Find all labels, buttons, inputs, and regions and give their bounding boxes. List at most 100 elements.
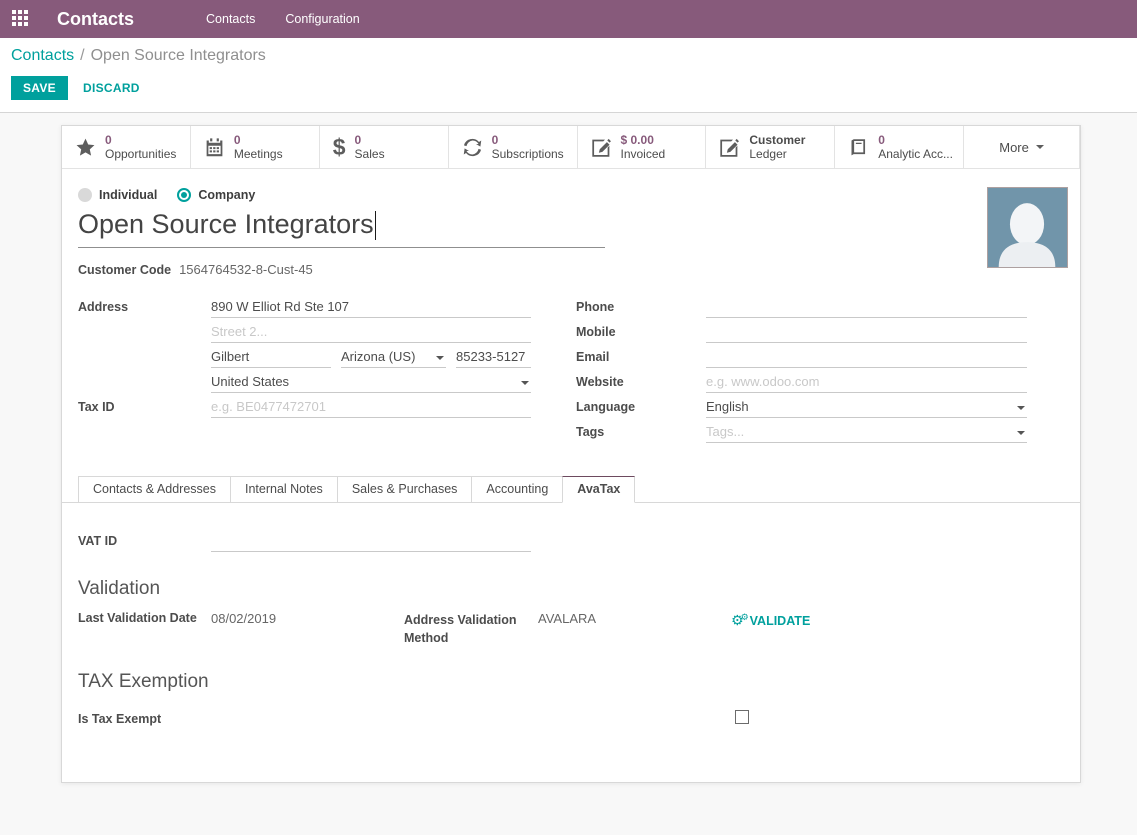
radio-individual[interactable]: Individual — [78, 188, 157, 202]
stat-text: 0 Sales — [355, 133, 385, 162]
country-select[interactable]: United States — [211, 372, 531, 393]
discard-button[interactable]: DISCARD — [83, 81, 140, 95]
stat-value: 0 — [878, 133, 953, 147]
website-label: Website — [576, 372, 706, 389]
phone-input[interactable] — [706, 297, 1027, 318]
apps-grid-icon[interactable] — [12, 10, 30, 28]
stat-value: 0 — [234, 133, 283, 147]
breadcrumb: Contacts/Open Source Integrators — [11, 47, 1126, 65]
control-panel-buttons: SAVE DISCARD — [11, 76, 1126, 100]
website-row: Website e.g. www.odoo.com — [576, 372, 1027, 397]
contact-name-input[interactable]: Open Source Integrators — [78, 208, 605, 248]
nav-menu: Contacts Configuration — [206, 12, 360, 26]
last-validation-date-label: Last Validation Date — [78, 611, 211, 625]
language-select[interactable]: English — [706, 397, 1027, 418]
radio-circle-company[interactable] — [177, 188, 191, 202]
more-dropdown-button[interactable]: More — [964, 126, 1080, 168]
tax-id-input[interactable]: e.g. BE0477472701 — [211, 397, 531, 418]
gears-icon: ⚙⚙ — [731, 614, 749, 628]
stat-label: Analytic Acc... — [878, 147, 953, 161]
address-field-group: Address 890 W Elliot Rd Ste 107 Street 2… — [78, 297, 531, 422]
edit-icon — [591, 137, 612, 158]
validation-row: Last Validation Date 08/02/2019 Address … — [78, 611, 1064, 647]
tab-sales-purchases[interactable]: Sales & Purchases — [337, 476, 473, 503]
radio-company[interactable]: Company — [177, 188, 255, 202]
zip-input[interactable]: 85233-5127 — [456, 347, 531, 368]
tags-label: Tags — [576, 422, 706, 439]
address-validation-method-value: AVALARA — [538, 611, 731, 626]
stat-value: Customer — [749, 133, 805, 147]
stat-text: 0 Opportunities — [105, 133, 176, 162]
stat-button-box: 0 Opportunities 0 Meetings $ 0 Sales — [62, 126, 1080, 169]
country-row: United States — [78, 372, 531, 397]
city-state-zip-row: Gilbert Arizona (US) 85233-5127 — [78, 347, 531, 372]
stat-label: Subscriptions — [492, 147, 564, 161]
tags-input[interactable]: Tags... — [706, 422, 1027, 443]
address-label: Address — [78, 297, 211, 314]
spacer-label — [78, 347, 211, 350]
book-icon — [848, 137, 869, 158]
street2-input[interactable]: Street 2... — [211, 322, 531, 343]
stat-text: 0 Subscriptions — [492, 133, 564, 162]
is-tax-exempt-label: Is Tax Exempt — [78, 709, 161, 726]
control-panel: Contacts/Open Source Integrators SAVE DI… — [0, 38, 1137, 113]
stat-button-analytic-accounts[interactable]: 0 Analytic Acc... — [835, 126, 964, 168]
mobile-label: Mobile — [576, 322, 706, 339]
more-label: More — [999, 140, 1029, 155]
language-row: Language English — [576, 397, 1027, 422]
tax-exemption-heading: TAX Exemption — [78, 671, 209, 693]
street-input[interactable]: 890 W Elliot Rd Ste 107 — [211, 297, 531, 318]
radio-circle-individual[interactable] — [78, 188, 92, 202]
breadcrumb-parent-link[interactable]: Contacts — [11, 47, 74, 64]
language-label: Language — [576, 397, 706, 414]
stat-button-subscriptions[interactable]: 0 Subscriptions — [449, 126, 578, 168]
calendar-icon — [204, 137, 225, 158]
customer-code-label: Customer Code — [78, 263, 171, 277]
stat-button-customer-ledger[interactable]: Customer Ledger — [706, 126, 835, 168]
nav-item-contacts[interactable]: Contacts — [206, 12, 255, 26]
last-validation-date-value: 08/02/2019 — [211, 611, 404, 626]
email-row: Email — [576, 347, 1027, 372]
nav-item-configuration[interactable]: Configuration — [285, 12, 359, 26]
stat-value: 0 — [492, 133, 564, 147]
stat-text: $ 0.00 Invoiced — [621, 133, 666, 162]
stat-button-opportunities[interactable]: 0 Opportunities — [62, 126, 191, 168]
tab-contacts-addresses[interactable]: Contacts & Addresses — [78, 476, 231, 503]
is-tax-exempt-row: Is Tax Exempt — [78, 710, 1064, 728]
notebook-tabs: Contacts & Addresses Internal Notes Sale… — [62, 477, 1080, 503]
dollar-icon: $ — [333, 136, 346, 159]
tab-avatax[interactable]: AvaTax — [562, 476, 635, 503]
radio-label-individual: Individual — [99, 188, 157, 202]
vat-id-label: VAT ID — [78, 531, 211, 552]
tab-accounting[interactable]: Accounting — [471, 476, 563, 503]
stat-button-meetings[interactable]: 0 Meetings — [191, 126, 320, 168]
stat-label: Opportunities — [105, 147, 176, 161]
website-input[interactable]: e.g. www.odoo.com — [706, 372, 1027, 393]
state-select[interactable]: Arizona (US) — [341, 347, 446, 368]
address-validation-method-label: Address Validation Method — [404, 611, 538, 647]
spacer-label — [78, 372, 211, 375]
stat-button-invoiced[interactable]: $ 0.00 Invoiced — [578, 126, 707, 168]
stat-text: 0 Analytic Acc... — [878, 133, 953, 162]
tab-internal-notes[interactable]: Internal Notes — [230, 476, 338, 503]
stat-value: 0 — [355, 133, 385, 147]
contact-avatar[interactable] — [987, 187, 1068, 268]
stat-label: Invoiced — [621, 147, 666, 161]
vat-id-input[interactable] — [211, 531, 531, 552]
save-button[interactable]: SAVE — [11, 76, 68, 100]
tax-id-label: Tax ID — [78, 397, 211, 414]
app-title[interactable]: Contacts — [57, 9, 134, 30]
edit-icon — [719, 137, 740, 158]
city-input[interactable]: Gilbert — [211, 347, 331, 368]
top-navbar: Contacts Contacts Configuration — [0, 0, 1137, 38]
mobile-input[interactable] — [706, 322, 1027, 343]
city-state-zip-inputs: Gilbert Arizona (US) 85233-5127 — [211, 347, 531, 368]
more-button-inner: More — [999, 140, 1044, 155]
stat-text: 0 Meetings — [234, 133, 283, 162]
validate-button[interactable]: ⚙⚙ VALIDATE — [731, 614, 810, 628]
stat-button-sales[interactable]: $ 0 Sales — [320, 126, 449, 168]
company-type-radios: Individual Company — [78, 188, 255, 202]
is-tax-exempt-checkbox[interactable] — [735, 710, 749, 724]
email-input[interactable] — [706, 347, 1027, 368]
tax-id-row: Tax ID e.g. BE0477472701 — [78, 397, 531, 422]
